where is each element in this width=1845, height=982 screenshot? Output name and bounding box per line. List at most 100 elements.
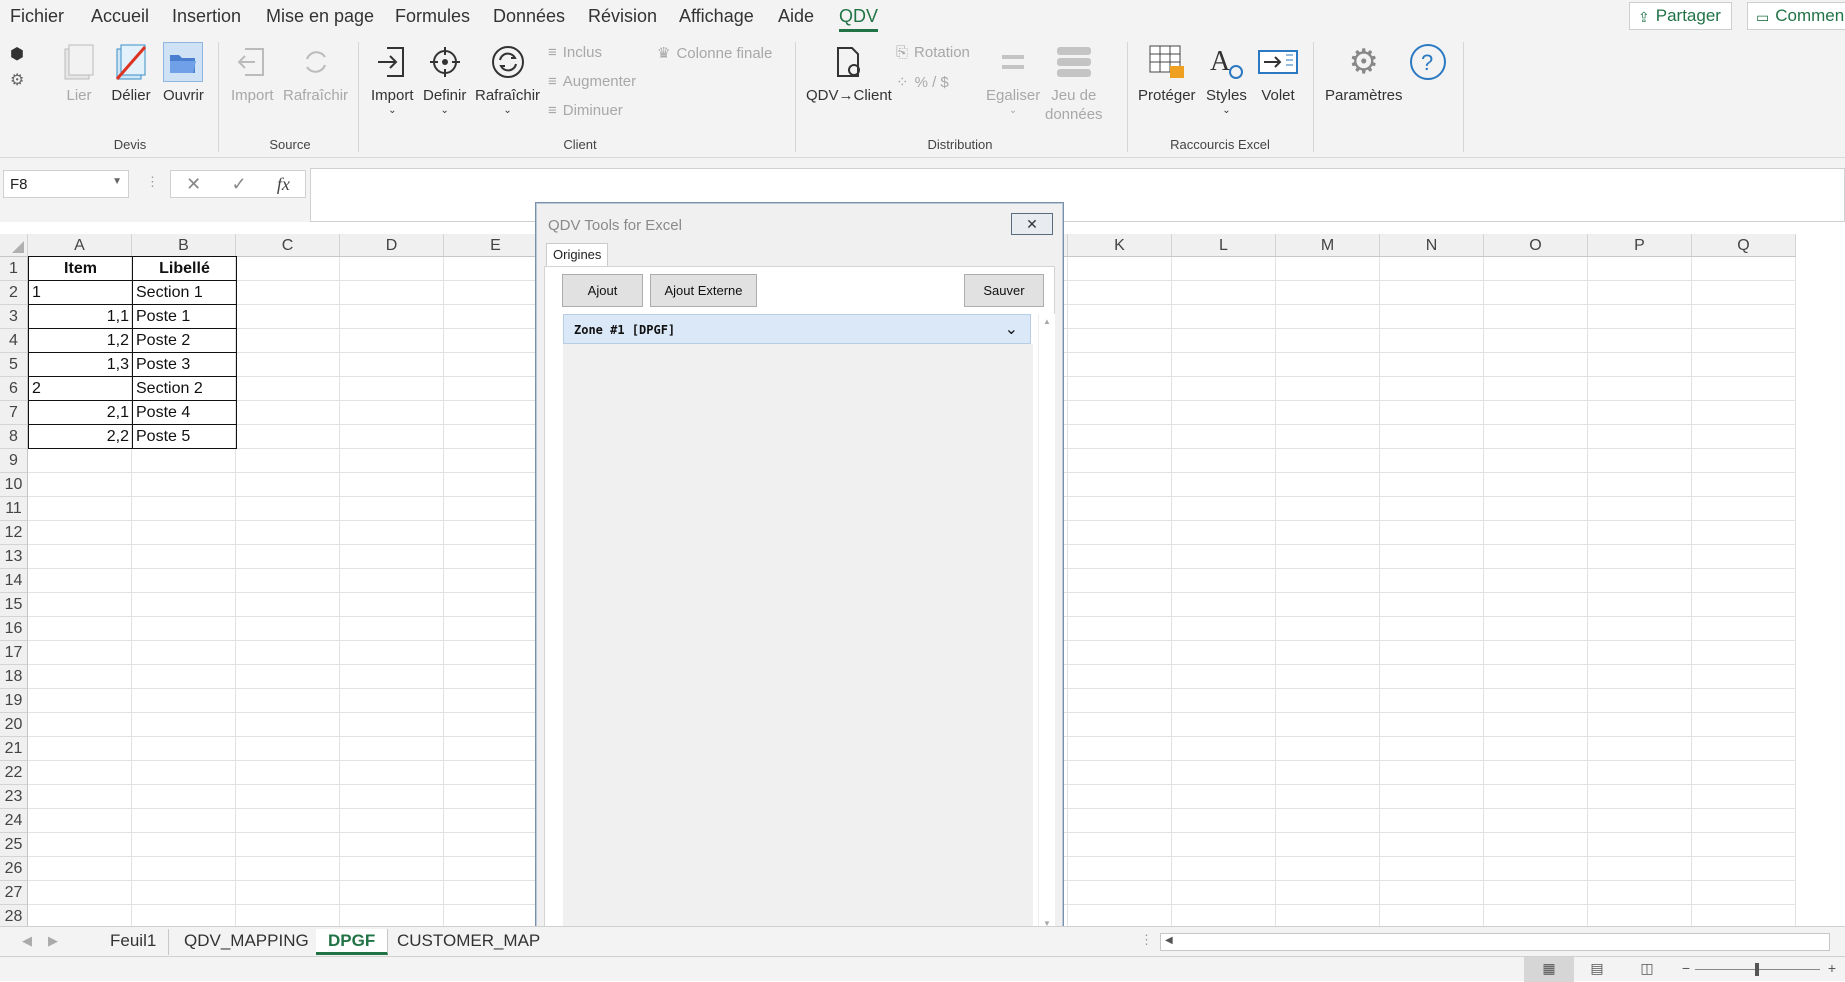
row-header[interactable]: 18 — [0, 665, 28, 689]
tab-mise-en-page[interactable]: Mise en page — [266, 6, 374, 27]
rotation-button[interactable]: ⎘ Rotation — [896, 44, 970, 61]
row-header[interactable]: 12 — [0, 521, 28, 545]
colonne-finale-button[interactable]: ♛ Colonne finale — [657, 44, 772, 63]
chevron-down-icon[interactable]: ⌄ — [1005, 319, 1018, 339]
row-header[interactable]: 8 — [0, 425, 28, 449]
column-header[interactable]: C — [236, 234, 340, 257]
row-header[interactable]: 6 — [0, 377, 28, 401]
cell-header-item[interactable]: Item — [28, 256, 133, 281]
proteger-button[interactable]: Protéger — [1138, 42, 1196, 105]
row-header[interactable]: 13 — [0, 545, 28, 569]
share-button[interactable]: ⇪ Partager — [1629, 2, 1732, 30]
cell-item[interactable]: 2 — [28, 376, 133, 401]
column-header[interactable]: P — [1588, 234, 1692, 257]
tab-accueil[interactable]: Accueil — [91, 6, 149, 27]
column-header[interactable]: L — [1172, 234, 1276, 257]
styles-button[interactable]: A Styles ⌄ — [1206, 42, 1247, 116]
row-header[interactable]: 14 — [0, 569, 28, 593]
column-header[interactable]: N — [1380, 234, 1484, 257]
diminuer-button[interactable]: ≡ Diminuer — [548, 102, 623, 119]
inclus-button[interactable]: ≡ Inclus — [548, 44, 602, 61]
tab-affichage[interactable]: Affichage — [679, 6, 754, 27]
column-header[interactable]: M — [1276, 234, 1380, 257]
cell-item[interactable]: 2,1 — [28, 400, 133, 425]
row-header[interactable]: 1 — [0, 257, 28, 281]
delier-button[interactable]: Délier — [111, 42, 151, 105]
help-button[interactable]: ? — [1408, 42, 1448, 82]
cancel-icon[interactable]: ✕ — [186, 174, 201, 195]
cell-item[interactable]: 1,2 — [28, 328, 133, 353]
vertical-scrollbar[interactable]: ▲ ▼ — [1038, 314, 1055, 934]
sheet-tab[interactable]: QDV_MAPPING — [172, 929, 322, 955]
tab-fichier[interactable]: Fichier — [10, 6, 64, 27]
prev-sheet-icon[interactable]: ◀ — [22, 933, 32, 949]
column-header[interactable]: Q — [1692, 234, 1796, 257]
source-import-button[interactable]: Import — [231, 42, 274, 105]
chevron-down-icon[interactable]: ▼ — [112, 176, 122, 187]
cube-icon[interactable]: ⬢ — [10, 44, 24, 64]
row-header[interactable]: 19 — [0, 689, 28, 713]
row-header[interactable]: 3 — [0, 305, 28, 329]
cell-libelle[interactable]: Poste 1 — [132, 304, 237, 329]
zone-header[interactable]: Zone #1 [DPGF] ⌄ — [563, 314, 1031, 344]
egaliser-button[interactable]: Egaliser ⌄ — [986, 42, 1040, 116]
column-header[interactable]: E — [444, 234, 548, 257]
row-header[interactable]: 10 — [0, 473, 28, 497]
cell-item[interactable]: 1,1 — [28, 304, 133, 329]
zoom-out-icon[interactable]: − — [1676, 960, 1696, 978]
sheet-tab[interactable]: Feuil1 — [98, 929, 170, 955]
parametres-button[interactable]: ⚙ Paramètres — [1325, 42, 1403, 105]
insert-function-icon[interactable]: fx — [277, 174, 290, 195]
tab-aide[interactable]: Aide — [778, 6, 814, 27]
row-header[interactable]: 21 — [0, 737, 28, 761]
next-sheet-icon[interactable]: ▶ — [48, 933, 58, 949]
row-header[interactable]: 7 — [0, 401, 28, 425]
page-layout-icon[interactable]: ▤ — [1587, 960, 1607, 978]
tab-revision[interactable]: Révision — [588, 6, 657, 27]
comments-button[interactable]: ▭ Commen — [1747, 2, 1845, 30]
tab-origines[interactable]: Origines — [546, 243, 609, 267]
cell-item[interactable]: 1 — [28, 280, 133, 305]
horizontal-scrollbar[interactable]: ◀ — [1160, 933, 1830, 951]
row-header[interactable]: 16 — [0, 617, 28, 641]
zoom-thumb[interactable] — [1755, 963, 1759, 976]
sheet-tab[interactable]: CUSTOMER_MAPP — [385, 929, 540, 955]
cell-item[interactable]: 2,2 — [28, 424, 133, 449]
settings-small-icon[interactable]: ⚙ — [10, 70, 24, 90]
close-button[interactable]: ✕ — [1011, 213, 1053, 235]
row-header[interactable]: 2 — [0, 281, 28, 305]
cell-libelle[interactable]: Section 2 — [132, 376, 237, 401]
tab-qdv[interactable]: QDV — [839, 6, 879, 32]
column-header[interactable]: K — [1068, 234, 1172, 257]
lier-button[interactable]: Lier — [59, 42, 99, 105]
row-header[interactable]: 11 — [0, 497, 28, 521]
column-header[interactable]: B — [132, 234, 236, 257]
zoom-in-icon[interactable]: + — [1822, 960, 1842, 978]
confirm-icon[interactable]: ✓ — [231, 174, 246, 195]
select-all-corner[interactable] — [0, 234, 28, 257]
cell-libelle[interactable]: Section 1 — [132, 280, 237, 305]
column-header[interactable]: A — [28, 234, 132, 257]
tab-donnees[interactable]: Données — [493, 6, 565, 27]
source-refresh-button[interactable]: Rafraîchir — [283, 42, 348, 105]
row-header[interactable]: 23 — [0, 785, 28, 809]
ouvrir-button[interactable]: Ouvrir — [163, 42, 204, 105]
cell-libelle[interactable]: Poste 4 — [132, 400, 237, 425]
row-header[interactable]: 24 — [0, 809, 28, 833]
cell-libelle[interactable]: Poste 2 — [132, 328, 237, 353]
row-header[interactable]: 5 — [0, 353, 28, 377]
normal-view-button[interactable]: ▦ — [1524, 957, 1574, 982]
percent-dollar-button[interactable]: ⁘% / $ — [896, 73, 949, 92]
jeu-de-donnees-button[interactable]: Jeu de données — [1045, 42, 1103, 124]
tab-insertion[interactable]: Insertion — [172, 6, 241, 27]
cell-item[interactable]: 1,3 — [28, 352, 133, 377]
page-break-icon[interactable]: ◫ — [1637, 960, 1657, 978]
row-header[interactable]: 25 — [0, 833, 28, 857]
augmenter-button[interactable]: ≡ Augmenter — [548, 73, 636, 90]
row-header[interactable]: 4 — [0, 329, 28, 353]
volet-button[interactable]: Volet — [1258, 42, 1298, 105]
scroll-left-icon[interactable]: ◀ — [1165, 935, 1173, 946]
cell-libelle[interactable]: Poste 3 — [132, 352, 237, 377]
definir-button[interactable]: Definir ⌄ — [423, 42, 466, 116]
row-header[interactable]: 9 — [0, 449, 28, 473]
